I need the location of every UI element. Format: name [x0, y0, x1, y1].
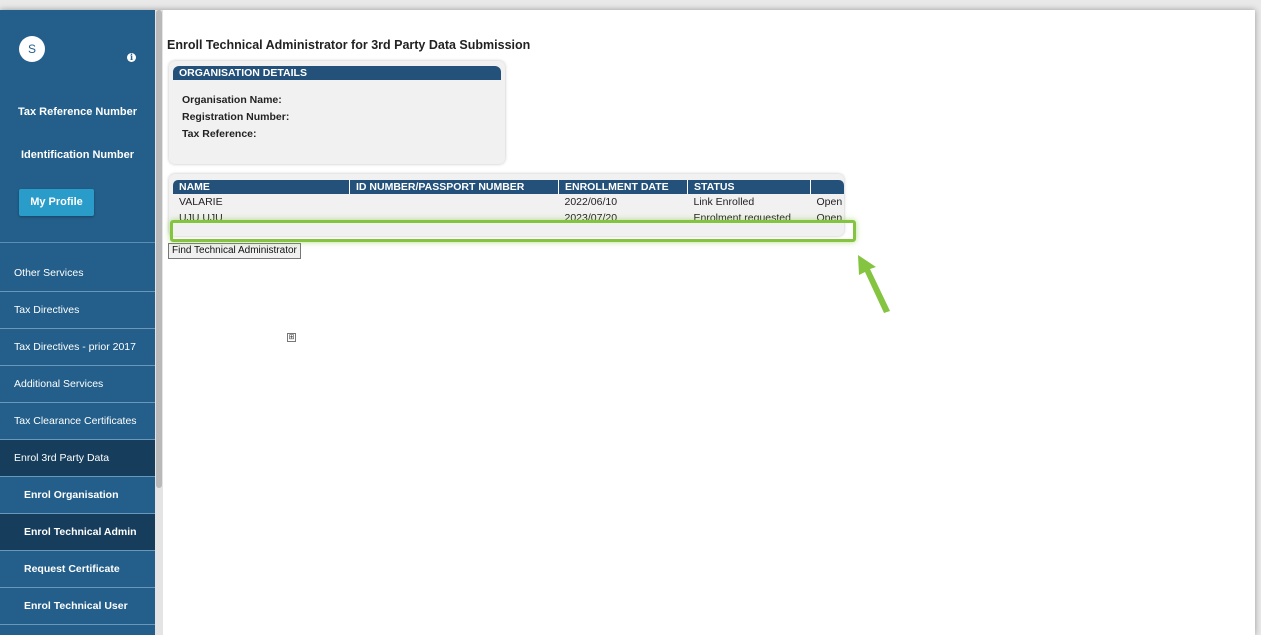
- organisation-name-label: Organisation Name:: [182, 94, 282, 106]
- sidebar-subitem-enrol-technical-admin[interactable]: Enrol Technical Admin: [0, 514, 155, 551]
- sidebar-item-additional-services[interactable]: Additional Services: [0, 366, 155, 403]
- row-id-number: [350, 194, 559, 210]
- sidebar-subitem-enrol-organisation[interactable]: Enrol Organisation: [0, 477, 155, 514]
- row-status: Link Enrolled: [693, 196, 755, 208]
- sidebar-item-tax-directives[interactable]: Tax Directives: [0, 292, 155, 329]
- sidebar-item-enrol-3rd-party-data[interactable]: Enrol 3rd Party Data: [0, 440, 155, 477]
- column-header-name: NAME: [173, 180, 350, 194]
- my-profile-button[interactable]: My Profile: [19, 189, 94, 216]
- expand-icon[interactable]: ⊞: [287, 333, 296, 342]
- sidebar-scrollbar[interactable]: [155, 10, 163, 635]
- scrollbar-thumb[interactable]: [156, 10, 162, 488]
- main-content: Enroll Technical Administrator for 3rd P…: [163, 10, 1255, 635]
- tax-reference-label: Tax Reference:: [182, 128, 257, 140]
- info-icon[interactable]: i: [127, 53, 136, 62]
- row-open-action[interactable]: Open: [811, 194, 845, 210]
- annotation-arrow-icon: [858, 255, 890, 313]
- column-header-id-number: ID NUMBER/PASSPORT NUMBER: [349, 180, 559, 194]
- tax-reference-label: Tax Reference Number: [17, 106, 137, 118]
- organisation-details-header: ORGANISATION DETAILS: [173, 66, 501, 80]
- find-technical-administrator-button[interactable]: Find Technical Administrator: [168, 243, 301, 259]
- row-enrollment-date: 2022/06/10: [564, 196, 618, 208]
- organisation-details-panel: ORGANISATION DETAILS Organisation Name: …: [169, 61, 505, 164]
- table-header-row: NAME ID NUMBER/PASSPORT NUMBER ENROLLMEN…: [173, 180, 844, 194]
- column-header-action: [810, 180, 844, 194]
- highlight-box: [170, 220, 856, 242]
- sidebar-item-tax-directives-prior-2017[interactable]: Tax Directives - prior 2017: [0, 329, 155, 366]
- browser-frame: S i Tax Reference Number Identification …: [0, 10, 1255, 635]
- sidebar-divider: [0, 242, 155, 243]
- user-avatar[interactable]: S: [19, 36, 45, 62]
- table-row: VALARIE 2022/06/10 Link Enrolled Open: [173, 194, 844, 210]
- sidebar: S i Tax Reference Number Identification …: [0, 10, 155, 635]
- sidebar-item-tax-clearance-certificates[interactable]: Tax Clearance Certificates: [0, 403, 155, 440]
- page-title: Enroll Technical Administrator for 3rd P…: [167, 38, 531, 52]
- column-header-status: STATUS: [687, 180, 811, 194]
- sidebar-item-other-services[interactable]: Other Services: [0, 255, 155, 292]
- identification-label: Identification Number: [20, 149, 135, 161]
- sidebar-nav: Other Services Tax Directives Tax Direct…: [0, 255, 155, 625]
- sidebar-subitem-request-certificate[interactable]: Request Certificate: [0, 551, 155, 588]
- sidebar-subitem-enrol-technical-user[interactable]: Enrol Technical User: [0, 588, 155, 625]
- registration-number-label: Registration Number:: [182, 111, 290, 123]
- row-name: VALARIE: [179, 196, 223, 208]
- column-header-enrollment-date: ENROLLMENT DATE: [558, 180, 688, 194]
